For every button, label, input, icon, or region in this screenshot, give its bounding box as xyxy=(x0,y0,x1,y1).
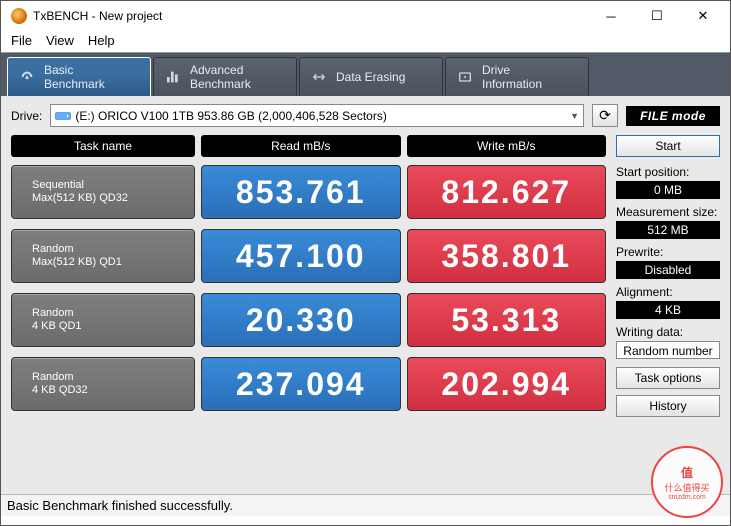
drive-icon xyxy=(55,110,71,122)
history-button[interactable]: History xyxy=(616,395,720,417)
tab-label: Drive Information xyxy=(482,63,542,91)
chevron-down-icon: ▼ xyxy=(570,111,579,121)
task-name2: 4 KB QD1 xyxy=(32,320,194,333)
drive-select[interactable]: (E:) ORICO V100 1TB 953.86 GB (2,000,406… xyxy=(50,104,584,127)
refresh-icon: ⟳ xyxy=(599,107,611,124)
bars-icon xyxy=(164,69,182,85)
task-name2: Max(512 KB) QD1 xyxy=(32,256,194,269)
task-cell[interactable]: Random 4 KB QD32 xyxy=(11,357,195,411)
prewrite-value[interactable]: Disabled xyxy=(616,261,720,279)
read-value: 853.761 xyxy=(201,165,401,219)
tab-label: Basic Benchmark xyxy=(44,63,105,91)
menu-help[interactable]: Help xyxy=(88,33,115,48)
bench-row-sequential: Sequential Max(512 KB) QD32 853.761 812.… xyxy=(11,165,606,219)
prewrite-label: Prewrite: xyxy=(616,245,720,259)
read-value: 237.094 xyxy=(201,357,401,411)
task-cell[interactable]: Random Max(512 KB) QD1 xyxy=(11,229,195,283)
status-text: Basic Benchmark finished successfully. xyxy=(7,498,233,513)
header-task: Task name xyxy=(11,135,195,157)
close-button[interactable]: ✕ xyxy=(680,1,726,31)
task-name1: Random xyxy=(32,307,194,320)
measurement-size-label: Measurement size: xyxy=(616,205,720,219)
menu-file[interactable]: File xyxy=(11,33,32,48)
writing-data-label: Writing data: xyxy=(616,325,720,339)
writing-data-value[interactable]: Random number xyxy=(616,341,720,359)
read-value: 457.100 xyxy=(201,229,401,283)
refresh-button[interactable]: ⟳ xyxy=(592,104,618,127)
write-value: 202.994 xyxy=(407,357,607,411)
bench-row-random-512: Random Max(512 KB) QD1 457.100 358.801 xyxy=(11,229,606,283)
task-options-button[interactable]: Task options xyxy=(616,367,720,389)
header-read: Read mB/s xyxy=(201,135,401,157)
drive-label: Drive: xyxy=(11,109,42,123)
task-name2: Max(512 KB) QD32 xyxy=(32,192,194,205)
task-name2: 4 KB QD32 xyxy=(32,384,194,397)
alignment-label: Alignment: xyxy=(616,285,720,299)
tab-drive-information[interactable]: Drive Information xyxy=(445,57,589,96)
tab-basic-benchmark[interactable]: Basic Benchmark xyxy=(7,57,151,96)
task-cell[interactable]: Sequential Max(512 KB) QD32 xyxy=(11,165,195,219)
bench-row-random-4k-qd32: Random 4 KB QD32 237.094 202.994 xyxy=(11,357,606,411)
tab-data-erasing[interactable]: Data Erasing xyxy=(299,57,443,96)
erase-icon xyxy=(310,69,328,85)
task-name1: Random xyxy=(32,243,194,256)
gauge-icon xyxy=(18,69,36,85)
task-cell[interactable]: Random 4 KB QD1 xyxy=(11,293,195,347)
menu-view[interactable]: View xyxy=(46,33,74,48)
task-name1: Random xyxy=(32,371,194,384)
info-icon xyxy=(456,69,474,85)
start-position-label: Start position: xyxy=(616,165,720,179)
bench-row-random-4k-qd1: Random 4 KB QD1 20.330 53.313 xyxy=(11,293,606,347)
measurement-size-value[interactable]: 512 MB xyxy=(616,221,720,239)
tab-label: Advanced Benchmark xyxy=(190,63,251,91)
window-title: TxBENCH - New project xyxy=(33,9,162,23)
app-icon xyxy=(11,8,27,24)
minimize-button[interactable]: ─ xyxy=(588,1,634,31)
drive-selected-text: (E:) ORICO V100 1TB 953.86 GB (2,000,406… xyxy=(75,109,387,123)
write-value: 812.627 xyxy=(407,165,607,219)
tab-advanced-benchmark[interactable]: Advanced Benchmark xyxy=(153,57,297,96)
file-mode-badge: FILE mode xyxy=(626,106,720,126)
start-position-value[interactable]: 0 MB xyxy=(616,181,720,199)
read-value: 20.330 xyxy=(201,293,401,347)
tab-label: Data Erasing xyxy=(336,70,405,84)
task-name1: Sequential xyxy=(32,179,194,192)
write-value: 358.801 xyxy=(407,229,607,283)
write-value: 53.313 xyxy=(407,293,607,347)
maximize-button[interactable]: ☐ xyxy=(634,1,680,31)
alignment-value[interactable]: 4 KB xyxy=(616,301,720,319)
start-button[interactable]: Start xyxy=(616,135,720,157)
header-write: Write mB/s xyxy=(407,135,607,157)
